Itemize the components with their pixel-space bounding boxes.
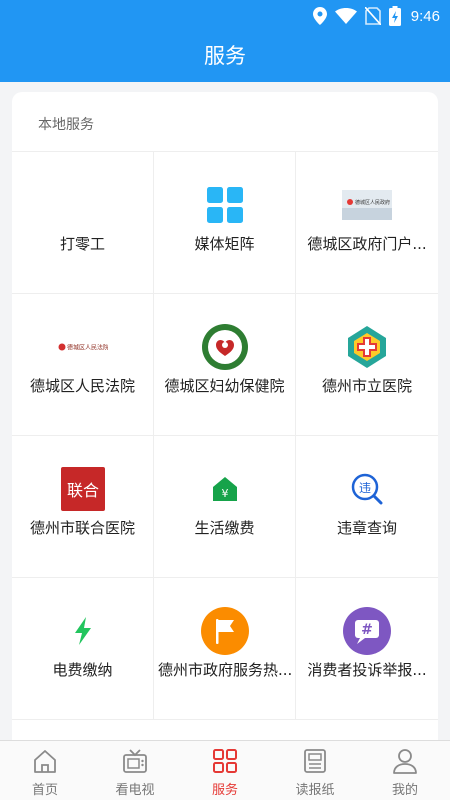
service-label: 打零工: [59, 235, 105, 253]
union-logo-text: 联合: [66, 481, 98, 500]
service-item-electricity-payment[interactable]: 电费缴纳: [12, 578, 154, 720]
status-time: 9:46: [410, 7, 440, 25]
court-logo-text: 德城区人民法院: [67, 344, 108, 352]
wifi-icon: [334, 8, 357, 24]
svg-text:#: #: [361, 622, 373, 638]
service-item-gov-portal[interactable]: 德城区人民政府 德城区政府门户...: [296, 152, 438, 294]
status-bar: 9:46: [312, 4, 440, 28]
maternal-hospital-logo: [200, 322, 250, 372]
house-yen-icon: ¥: [200, 464, 250, 514]
four-squares-icon: [200, 180, 250, 230]
service-label: 德城区人民法院: [29, 377, 135, 395]
tab-services[interactable]: 服务: [180, 741, 270, 800]
service-label: 生活缴费: [194, 519, 255, 537]
gov-logo-text: 德城区人民政府: [355, 199, 390, 206]
service-label: 德城区妇幼保健院: [164, 377, 285, 395]
tab-mine[interactable]: 我的: [360, 741, 450, 800]
service-item-media-matrix[interactable]: 媒体矩阵: [154, 152, 296, 294]
svg-text:违: 违: [359, 481, 371, 495]
tv-icon: [121, 747, 149, 779]
grid-icon: [211, 747, 239, 779]
services-grid: 打零工 媒体矩阵 德城区人民政府 德城区政府门户... 德城区人民法院 德城区人…: [12, 151, 438, 720]
service-label: 德州市立医院: [321, 377, 412, 395]
lightning-icon: [58, 606, 108, 656]
service-label: 电费缴纳: [52, 661, 113, 679]
service-label: 媒体矩阵: [194, 235, 255, 253]
service-item-city-hospital[interactable]: 德州市立医院: [296, 294, 438, 436]
tab-label: 读报纸: [295, 783, 335, 798]
city-hospital-logo: [342, 322, 392, 372]
service-item-living-payment[interactable]: ¥ 生活缴费: [154, 436, 296, 578]
tab-label: 我的: [391, 783, 418, 798]
person-icon: [391, 747, 419, 779]
flag-icon: [200, 606, 250, 656]
newspaper-icon: [301, 747, 329, 779]
home-icon: [31, 747, 59, 779]
violation-search-icon: 违: [342, 464, 392, 514]
tab-label: 服务: [211, 783, 238, 798]
service-label: 德州市联合医院: [29, 519, 135, 537]
tab-tv[interactable]: 看电视: [90, 741, 180, 800]
section-title: 本地服务: [38, 117, 94, 133]
tab-label: 看电视: [115, 783, 155, 798]
service-label: 违章查询: [336, 519, 397, 537]
service-label: 德城区政府门户...: [307, 235, 427, 253]
service-item-maternal-hospital[interactable]: 德城区妇幼保健院: [154, 294, 296, 436]
location-icon: [312, 7, 327, 25]
bottom-tab-bar: 首页 看电视 服务 读报纸 我的: [0, 740, 450, 800]
service-item-violation-query[interactable]: 违 违章查询: [296, 436, 438, 578]
service-label: 德州市政府服务热...: [158, 661, 291, 679]
svg-text:¥: ¥: [221, 487, 228, 500]
no-sim-icon: [364, 7, 381, 25]
service-item-consumer-complaint[interactable]: # 消费者投诉举报...: [296, 578, 438, 720]
union-hospital-logo: 联合: [58, 464, 108, 514]
gov-portal-logo: 德城区人民政府: [342, 180, 392, 230]
service-item-gov-hotline[interactable]: 德州市政府服务热...: [154, 578, 296, 720]
service-label: 消费者投诉举报...: [307, 661, 427, 679]
battery-charging-icon: [388, 6, 401, 26]
tab-label: 首页: [31, 783, 58, 798]
local-services-card: 本地服务 打零工 媒体矩阵 德城区人民政府 德城区政府门户... 德城区人民法院…: [12, 92, 438, 752]
tab-home[interactable]: 首页: [0, 741, 90, 800]
court-logo: 德城区人民法院: [58, 322, 108, 372]
tab-newspaper[interactable]: 读报纸: [270, 741, 360, 800]
top-app-bar: 9:46 服务: [0, 0, 450, 82]
service-item-union-hospital[interactable]: 联合 德州市联合医院: [12, 436, 154, 578]
service-item-odd-jobs[interactable]: 打零工: [12, 152, 154, 294]
hashtag-chat-icon: #: [342, 606, 392, 656]
service-item-court[interactable]: 德城区人民法院 德城区人民法院: [12, 294, 154, 436]
page-title: 服务: [204, 45, 246, 68]
